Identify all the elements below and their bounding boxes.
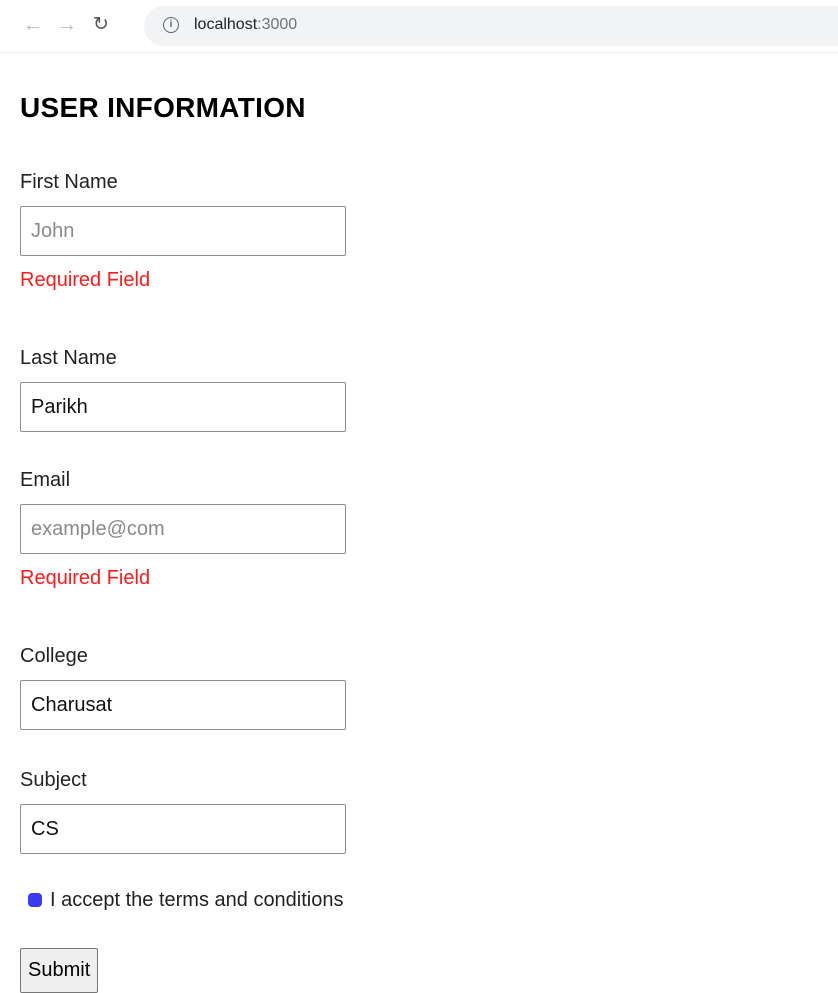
subject-label: Subject [20, 769, 87, 791]
email-error: Required Field [20, 567, 151, 589]
terms-checkbox[interactable] [28, 893, 42, 907]
terms-row: I accept the terms and conditions [28, 888, 344, 912]
last-name-label: Last Name [20, 347, 117, 369]
back-arrow-icon[interactable]: ← [22, 14, 44, 36]
address-bar[interactable]: i localhost:3000 [144, 6, 838, 46]
subject-input[interactable] [20, 804, 346, 854]
submit-button[interactable]: Submit [20, 948, 99, 993]
first-name-label: First Name [20, 171, 118, 193]
reload-icon[interactable]: ↻ [90, 14, 112, 36]
first-name-input[interactable] [20, 206, 346, 256]
college-group: College [20, 644, 520, 730]
info-icon[interactable]: i [163, 17, 179, 33]
page-title: USER INFORMATION [20, 92, 306, 123]
first-name-error: Required Field [20, 269, 151, 291]
url-text: localhost:3000 [194, 16, 297, 34]
email-label: Email [20, 469, 71, 491]
last-name-group: Last Name [20, 346, 520, 432]
browser-toolbar: ← → ↻ i localhost:3000 [0, 0, 838, 53]
page-content: USER INFORMATION First Name Required Fie… [20, 88, 800, 854]
email-group: Email Required Field [20, 468, 520, 590]
college-input[interactable] [20, 680, 346, 730]
url-port: :3000 [257, 16, 298, 33]
subject-group: Subject [20, 768, 520, 854]
first-name-group: First Name Required Field [20, 170, 520, 292]
terms-label: I accept the terms and conditions [50, 889, 344, 911]
url-host: localhost [194, 16, 258, 33]
email-input[interactable] [20, 504, 346, 554]
forward-arrow-icon[interactable]: → [56, 14, 78, 36]
last-name-input[interactable] [20, 382, 346, 432]
college-label: College [20, 645, 88, 667]
